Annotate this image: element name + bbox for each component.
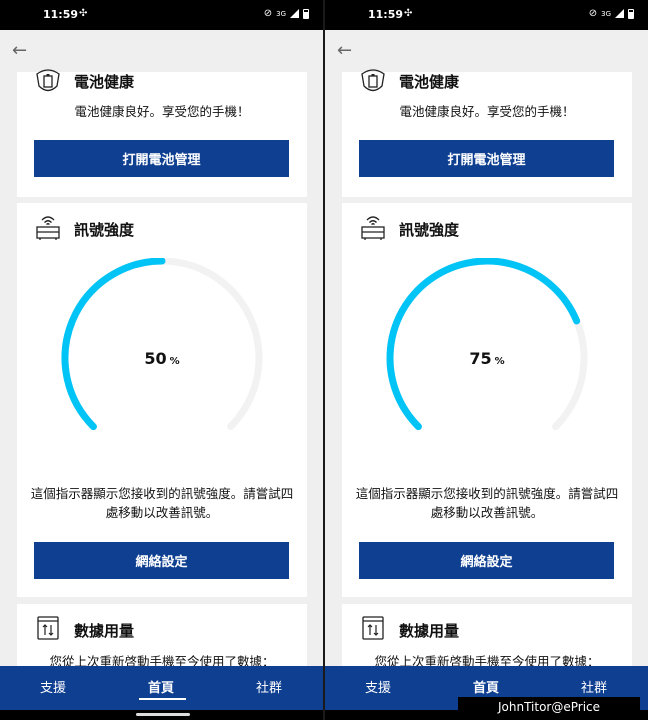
mute-icon: ⊘: [588, 8, 598, 19]
battery-health-title: 電池健康: [399, 73, 460, 91]
gesture-bar: [0, 710, 323, 720]
nav-tab-support[interactable]: 支援: [365, 677, 391, 696]
network-settings-button[interactable]: 網絡設定: [34, 542, 289, 579]
signal-strength-card: 訊號強度 50% 這個指示器顯示您接收到的訊號強度。請嘗試四處移動以改善訊號。 …: [17, 203, 307, 597]
data-usage-title: 數據用量: [399, 622, 460, 640]
status-icons: ⊘ 3G: [264, 8, 309, 19]
gauge-value-label: 75%: [342, 349, 632, 368]
settings-icon: ✣: [79, 8, 88, 19]
battery-shield-icon: [361, 69, 385, 92]
status-time: 11:59: [368, 8, 404, 21]
battery-health-title: 電池健康: [74, 73, 135, 91]
gauge-unit: %: [494, 356, 505, 367]
signal-router-icon: [361, 216, 385, 240]
settings-icon: ✣: [404, 8, 413, 19]
signal-strength-description: 這個指示器顯示您接收到的訊號強度。請嘗試四處移動以改善訊號。: [355, 486, 619, 520]
battery-shield-icon: [36, 69, 60, 92]
back-arrow-icon[interactable]: ←: [12, 40, 27, 61]
nav-tab-community[interactable]: 社群: [581, 677, 607, 696]
open-battery-manager-button[interactable]: 打開電池管理: [34, 140, 289, 177]
signal-icon: [290, 9, 299, 18]
gauge-unit: %: [169, 356, 180, 367]
battery-health-description: 電池健康良好。享受您的手機！: [74, 104, 250, 119]
status-time: 11:59: [43, 8, 79, 21]
home-gesture-handle[interactable]: [136, 713, 190, 716]
battery-health-description: 電池健康良好。享受您的手機！: [399, 104, 575, 119]
gauge-fill: [386, 258, 581, 431]
nav-tab-community[interactable]: 社群: [256, 677, 282, 696]
back-arrow-icon[interactable]: ←: [337, 40, 352, 61]
signal-icon: [615, 9, 624, 18]
status-bar: 11:59 ✣ ⊘ 3G: [325, 0, 648, 30]
nav-tab-home[interactable]: 首頁: [148, 677, 174, 696]
open-battery-manager-button[interactable]: 打開電池管理: [359, 140, 614, 177]
data-transfer-icon: [37, 616, 59, 640]
phone-screen-left: 11:59 ✣ ⊘ 3G ← 電池健康 電池健康良好。享受您的手機！ 打開電池管…: [0, 0, 323, 720]
gauge-value-label: 50%: [17, 349, 307, 368]
signal-router-icon: [36, 216, 60, 240]
gauge-value: 50: [144, 349, 167, 368]
bottom-navigation: 支援 首頁 社群: [0, 666, 323, 710]
status-icons: ⊘ 3G: [589, 8, 634, 19]
signal-strength-title: 訊號強度: [399, 221, 460, 239]
signal-strength-title: 訊號強度: [74, 221, 135, 239]
network-settings-button[interactable]: 網絡設定: [359, 542, 614, 579]
gauge-fill: [61, 258, 166, 431]
nav-tab-home[interactable]: 首頁: [473, 677, 499, 696]
battery-icon: [628, 8, 634, 19]
data-usage-title: 數據用量: [74, 622, 135, 640]
phone-screen-right: 11:59 ✣ ⊘ 3G ← 電池健康 電池健康良好。享受您的手機！ 打開電池管…: [325, 0, 648, 720]
signal-strength-card: 訊號強度 75% 這個指示器顯示您接收到的訊號強度。請嘗試四處移動以改善訊號。 …: [342, 203, 632, 597]
battery-health-card: 電池健康 電池健康良好。享受您的手機！ 打開電池管理: [342, 69, 632, 197]
network-type-label: 3G: [601, 9, 611, 18]
signal-strength-description: 這個指示器顯示您接收到的訊號強度。請嘗試四處移動以改善訊號。: [30, 486, 294, 520]
nav-active-indicator: [139, 698, 186, 700]
nav-tab-support[interactable]: 支援: [40, 677, 66, 696]
gauge-value: 75: [469, 349, 492, 368]
battery-health-card: 電池健康 電池健康良好。享受您的手機！ 打開電池管理: [17, 69, 307, 197]
data-transfer-icon: [362, 616, 384, 640]
status-bar: 11:59 ✣ ⊘ 3G: [0, 0, 323, 30]
mute-icon: ⊘: [263, 8, 273, 19]
network-type-label: 3G: [276, 9, 286, 18]
battery-icon: [303, 8, 309, 19]
watermark: JohnTitor@ePrice: [458, 697, 640, 717]
